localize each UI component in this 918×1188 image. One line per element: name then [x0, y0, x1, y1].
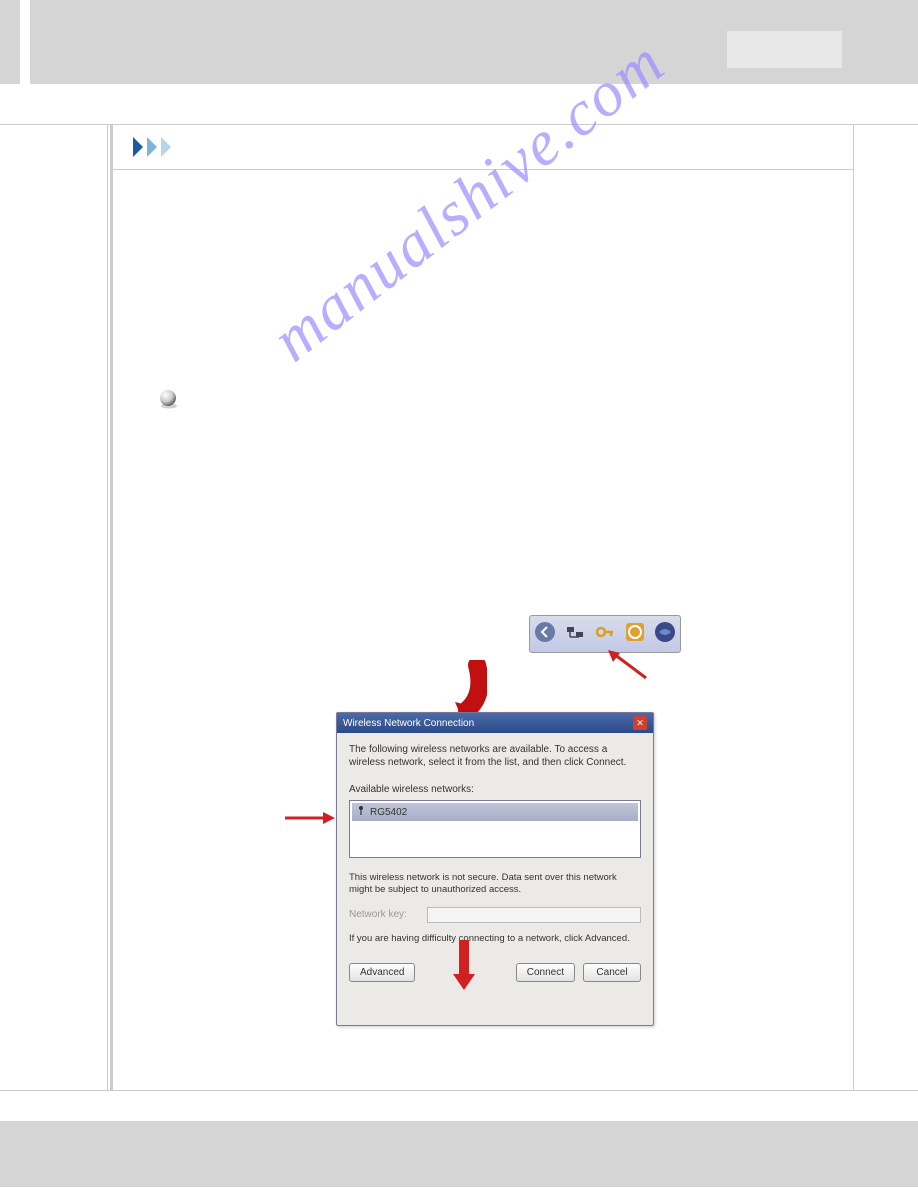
- tray-shield-icon[interactable]: [624, 621, 646, 648]
- dialog-body: The following wireless networks are avai…: [337, 733, 653, 955]
- network-list-item[interactable]: RG5402: [352, 803, 638, 821]
- dialog-title-text: Wireless Network Connection: [343, 718, 474, 729]
- red-arrow-icon: [608, 650, 648, 680]
- network-key-row: Network key:: [349, 907, 641, 923]
- bullet-sphere-icon: [158, 388, 180, 410]
- antenna-icon: [356, 805, 366, 819]
- close-icon[interactable]: ✕: [633, 716, 647, 730]
- network-key-label: Network key:: [349, 908, 419, 921]
- network-name: RG5402: [370, 806, 407, 819]
- tray-back-icon[interactable]: [534, 621, 556, 648]
- help-text: If you are having difficulty connecting …: [349, 933, 641, 945]
- advanced-button[interactable]: Advanced: [349, 963, 415, 982]
- cancel-button[interactable]: Cancel: [583, 963, 641, 982]
- section-header: [113, 125, 853, 170]
- header-button-placeholder[interactable]: [727, 31, 842, 68]
- content-row: manualshive.com: [0, 125, 918, 1091]
- red-arrow-icon: [449, 940, 479, 990]
- dialog-button-row: Advanced Connect Cancel: [337, 955, 653, 992]
- available-networks-label: Available wireless networks:: [349, 783, 641, 796]
- left-sidebar: [0, 125, 108, 1090]
- connect-button[interactable]: Connect: [516, 963, 575, 982]
- document-body: manualshive.com: [113, 170, 853, 1090]
- header-gap: [20, 0, 30, 84]
- network-listbox[interactable]: RG5402: [349, 800, 641, 858]
- red-arrow-icon: [285, 810, 335, 826]
- dialog-intro-text: The following wireless networks are avai…: [349, 743, 641, 769]
- security-warning-text: This wireless network is not secure. Dat…: [349, 872, 641, 897]
- system-tray: [529, 615, 681, 653]
- document-column: manualshive.com: [110, 125, 854, 1090]
- dialog-titlebar: Wireless Network Connection ✕: [337, 713, 653, 733]
- tray-network-icon[interactable]: [564, 621, 586, 648]
- right-sidebar: [854, 125, 914, 1090]
- triple-arrow-icon: [131, 135, 187, 164]
- footer-bar: [0, 1121, 918, 1187]
- header-bar: [0, 0, 918, 84]
- network-key-input[interactable]: [427, 907, 641, 923]
- tray-key-icon[interactable]: [594, 621, 616, 648]
- wireless-connection-dialog: Wireless Network Connection ✕ The follow…: [336, 712, 654, 1026]
- tray-app-icon[interactable]: [654, 621, 676, 648]
